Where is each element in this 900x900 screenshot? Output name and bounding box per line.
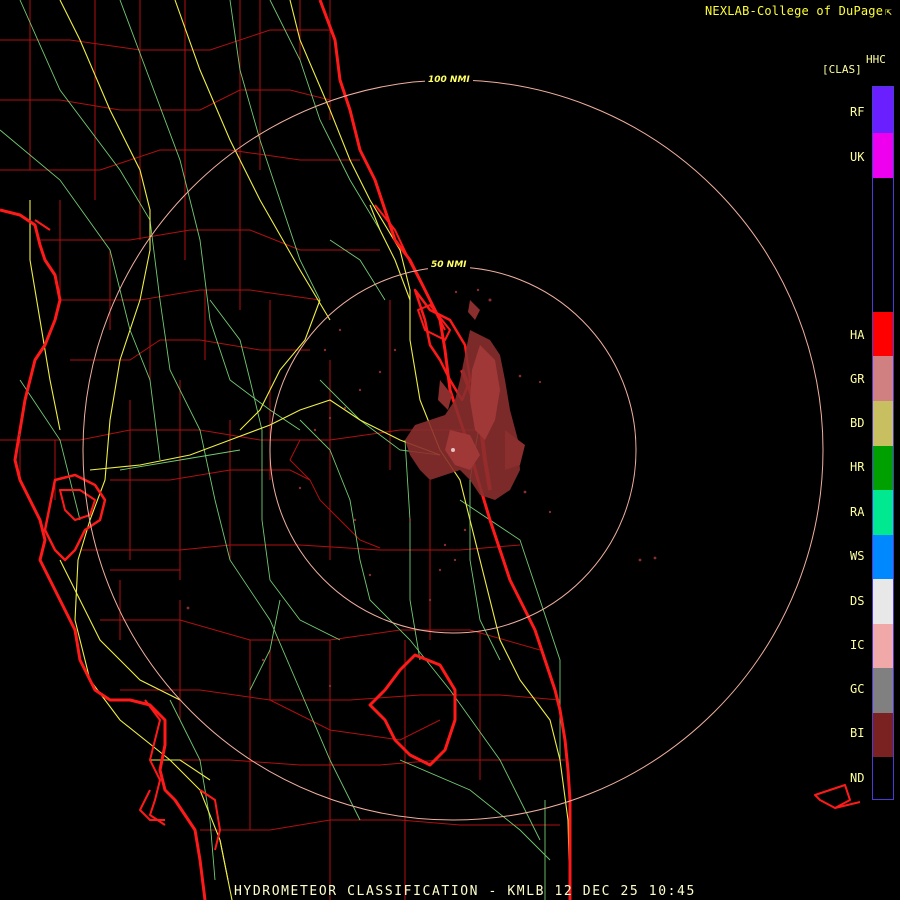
legend-color-bar [872,86,894,800]
legend-swatch-ws [873,535,893,579]
credit-label: NEXLAB-College of DuPage ⇱ [705,4,892,18]
legend-swatch-bd [873,401,893,446]
credit-link-icon[interactable]: ⇱ [885,5,892,18]
legend-label-ic: IC [850,638,865,652]
product-caption: HYDROMETEOR CLASSIFICATION - KMLB 12 DEC… [234,884,696,899]
radar-echo-bi [18,288,657,688]
radar-map: 100 NMI 50 NMI [0,0,861,900]
range-ring-label-100: 100 NMI [428,75,470,85]
legend-label-hr: HR [850,460,865,474]
legend-swatch-hr [873,446,893,490]
range-ring-label-50: 50 NMI [431,260,467,270]
legend-swatch-bi [873,713,893,757]
legend-swatch-ds [873,579,893,624]
legend-label-ra: RA [850,505,865,519]
legend-label-ha: HA [850,328,865,342]
legend-label-ds: DS [850,594,865,608]
legend-bracket-label: [CLAS] [822,63,862,76]
legend-label-nd: ND [850,771,865,785]
credit-text: NEXLAB-College of DuPage [704,4,884,18]
legend-swatch-gr [873,356,893,401]
legend-swatch-uk [873,133,893,178]
legend-swatch-ha [873,312,893,356]
legend-label-gc: GC [850,682,865,696]
legend-label-bd: BD [850,416,865,430]
legend-label-rf: RF [850,105,865,119]
legend-swatch-nd [873,757,893,799]
radar-site-marker [451,448,455,452]
legend-swatch-rf [873,87,893,133]
legend-label-bi: BI [850,726,865,740]
legend-swatch-ic [873,624,893,668]
legend-swatch-ra [873,490,893,535]
legend-product-code: HHC [866,53,886,66]
legend-label-gr: GR [850,372,865,386]
legend-label-uk: UK [850,150,865,164]
legend-swatch-gc [873,668,893,713]
legend-label-ws: WS [850,549,865,563]
